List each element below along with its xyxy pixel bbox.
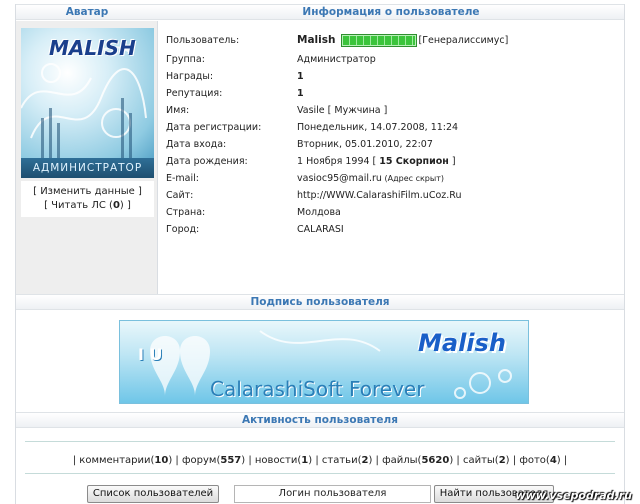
birthday-value: 1 Ноября 1994 [ 15 Скорпион ] [297,154,456,169]
banner-logo: Malish [418,329,506,357]
rank-progress-bar [340,34,417,47]
activity-item-count: 1 [301,455,309,466]
user-list-button[interactable]: Список пользователей [87,485,219,503]
activity-item-name: форум( [181,455,221,466]
activity-item-2[interactable]: новости(1) [255,455,312,466]
login-search-input[interactable]: Логин пользователя [234,485,431,503]
city-value: CALARASI [297,224,344,235]
read-pm-prefix: [ Читать ЛС ( [44,200,113,211]
activity-item-1[interactable]: форум(557) [182,455,245,466]
group-value: Администратор [297,54,376,65]
email-address[interactable]: vasioc95@mail.ru [297,173,382,184]
activity-item-name: фото( [519,455,550,466]
activity-item-name: новости( [254,455,302,466]
reputation-value[interactable]: 1 [297,86,304,101]
signature-header: Подпись пользователя [16,294,624,310]
name-label: Имя: [166,105,190,116]
avatar-role-banner: АДМИНИСТРАТОР [21,158,154,178]
avatar-logo-text: MALISH [49,36,136,60]
rank-label: [Генералиссимус] [418,35,509,46]
avatar-header: Аватар [16,4,158,20]
activity-item-count: 557 [220,455,242,466]
username[interactable]: Malish [297,34,335,46]
registered-label: Дата регистрации: [166,122,262,133]
activity-item-count: 2 [361,455,369,466]
activity-list: | комментарии(10) | форум(557) | новости… [72,455,568,466]
activity-item-6[interactable]: фото(4) [519,455,560,466]
avatar-column: MALISH АДМИНИСТРАТОР [ Изменить данные ]… [16,21,158,294]
activity-divider-bottom [25,473,615,474]
read-pm-count: 0 [112,200,120,211]
edit-profile-link[interactable]: [ Изменить данные ] [21,185,154,199]
name-value: Vasile [ Мужчина ] [297,105,388,116]
rank-progress-fill [342,36,415,45]
activity-item-4[interactable]: файлы(5620) [382,455,453,466]
activity-item-count: 2 [498,455,506,466]
profile-frame: Аватар Информация о пользователе MALISH … [15,4,625,504]
site-link[interactable]: http://WWW.CalarashiFilm.uCoz.Ru [297,188,461,203]
watermark: www.vsepodrad.ru [515,489,632,502]
activity-section: | комментарии(10) | форум(557) | новости… [16,429,624,479]
activity-item-0[interactable]: комментарии(10) [79,455,172,466]
banner-iu-text: I U [138,345,163,364]
user-value: Malish [Генералиссимус] [297,33,508,48]
site-label: Сайт: [166,190,194,201]
profile-info: Пользователь: Malish [Генералиссимус] Гр… [158,21,624,294]
banner-title: CalarashiSoft Forever [210,377,425,401]
activity-item-name: файлы( [382,455,422,466]
activity-item-count: 5620 [421,455,450,466]
awards-label: Награды: [166,71,214,82]
avatar-links: [ Изменить данные ] [ Читать ЛС (0) ] [21,181,154,217]
last-login-value: Вторник, 05.01.2010, 22:07 [297,139,433,150]
reputation-label: Репутация: [166,88,223,99]
signature-banner: I U Malish CalarashiSoft Forever [119,320,529,404]
email-hidden-note: (Адрес скрыт) [381,174,444,183]
country-label: Страна: [166,207,206,218]
activity-item-name: статьи( [321,455,362,466]
user-label: Пользователь: [166,35,240,46]
activity-item-name: сайты( [462,455,499,466]
birthday-zodiac: 15 Скорпион [379,156,449,167]
activity-divider-top [25,441,615,442]
last-login-label: Дата входа: [166,139,227,150]
activity-item-count: 10 [154,455,169,466]
registered-value: Понедельник, 14.07.2008, 11:24 [297,122,459,133]
birthday-tail: ] [448,156,456,167]
country-value: Молдова [297,207,341,218]
info-header: Информация о пользователе [158,4,624,20]
activity-item-name: комментарии( [79,455,155,466]
group-label: Группа: [166,54,205,65]
awards-value[interactable]: 1 [297,69,304,84]
activity-item-3[interactable]: статьи(2) [322,455,372,466]
email-value: vasioc95@mail.ru (Адрес скрыт) [297,171,444,186]
email-label: E-mail: [166,173,199,184]
activity-item-5[interactable]: сайты(2) [463,455,510,466]
birthday-label: Дата рождения: [166,156,248,167]
read-pm-suffix: ) ] [119,200,131,211]
activity-item-count: 4 [549,455,557,466]
read-pm-link[interactable]: [ Читать ЛС (0) ] [21,199,154,213]
signature-section: I U Malish CalarashiSoft Forever [16,311,624,411]
city-label: Город: [166,224,200,235]
activity-header: Активность пользователя [16,412,624,428]
avatar: MALISH АДМИНИСТРАТОР [21,28,154,178]
birthday-date: 1 Ноября 1994 [ [297,156,380,167]
